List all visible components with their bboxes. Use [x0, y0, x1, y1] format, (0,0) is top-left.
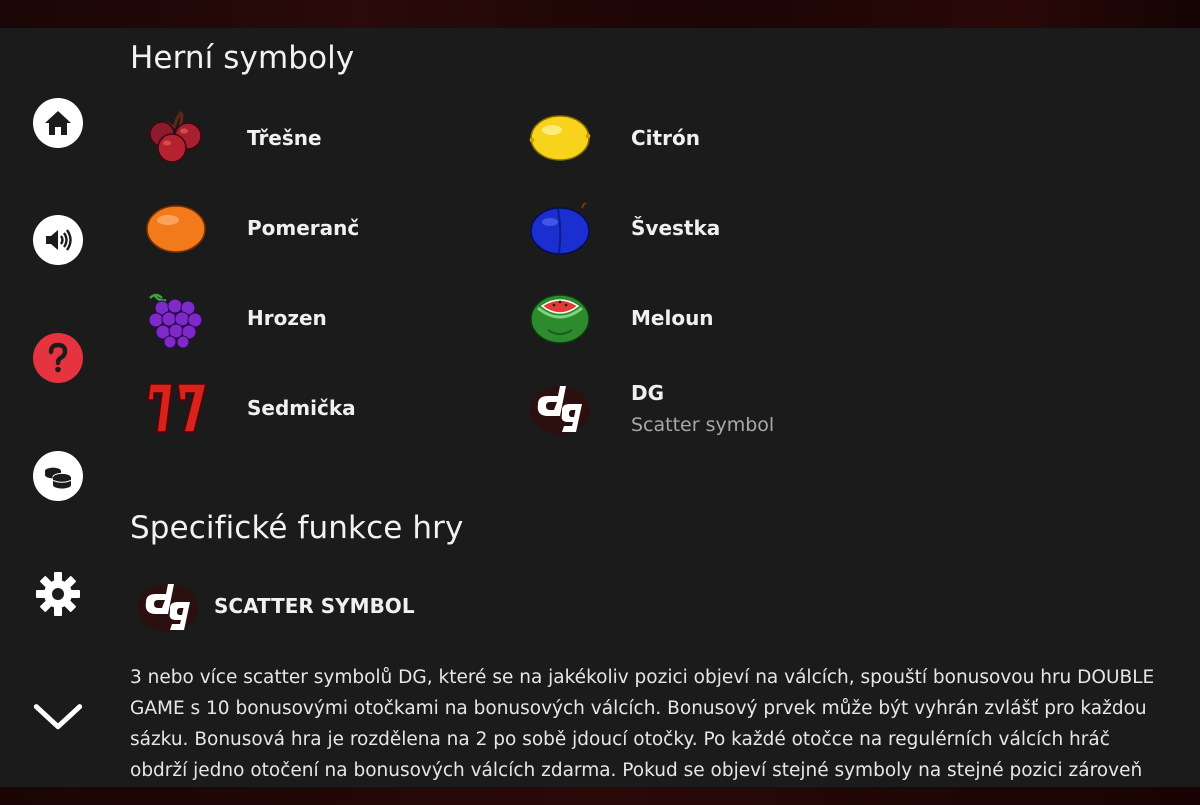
feature-title: SCATTER SYMBOL [214, 594, 415, 618]
chevron-down-icon [33, 704, 83, 730]
paytable-panel: Herní symboly Třešne Citrón Pomeranč Šve… [0, 28, 1200, 787]
bottom-bar [0, 787, 1200, 805]
scroll-down-button[interactable] [33, 690, 83, 740]
symbol-label: DG [631, 380, 665, 405]
sidebar [0, 28, 118, 787]
game-features-title: Specifické funkce hry [130, 510, 464, 546]
dg-scatter-icon [136, 574, 200, 638]
symbol-sublabel: Scatter symbol [631, 413, 775, 436]
symbol-label: Hrozen [247, 306, 327, 330]
dg-scatter-icon [528, 376, 592, 440]
bets-button[interactable] [33, 451, 83, 501]
symbol-item-grapes: Hrozen [144, 286, 327, 350]
symbol-label: Švestka [631, 216, 721, 240]
help-button[interactable] [33, 333, 83, 383]
game-symbols-title: Herní symboly [130, 40, 355, 76]
symbol-item-plum: Švestka [528, 196, 720, 260]
symbol-item-cherry: Třešne [144, 106, 322, 170]
symbol-item-dg: DG Scatter symbol [528, 376, 774, 440]
symbol-label: Meloun [631, 306, 714, 330]
help-icon [48, 342, 68, 373]
top-bar [0, 0, 1200, 28]
symbol-label: Sedmička [247, 396, 356, 420]
plum-icon [528, 196, 592, 260]
symbol-label: Citrón [631, 126, 700, 150]
settings-button[interactable] [33, 569, 83, 619]
orange-icon [144, 196, 208, 260]
coins-icon [45, 467, 72, 489]
home-button[interactable] [33, 98, 83, 148]
symbol-label: Pomeranč [247, 216, 360, 240]
symbol-item-seven: Sedmička [144, 376, 356, 440]
feature-description: 3 nebo více scatter symbolů DG, které se… [130, 667, 1155, 781]
feature-scatter-header: SCATTER SYMBOL [136, 574, 415, 638]
symbol-item-lemon: Citrón [528, 106, 700, 170]
lemon-icon [528, 106, 592, 170]
gear-icon [36, 572, 80, 616]
sound-button[interactable] [33, 215, 83, 265]
home-icon [45, 111, 71, 135]
cherry-icon [144, 106, 208, 170]
symbol-item-orange: Pomeranč [144, 196, 359, 260]
symbol-label: Třešne [247, 126, 322, 150]
grapes-icon [144, 286, 208, 350]
watermelon-icon [528, 286, 592, 350]
seven-icon [144, 376, 208, 440]
sound-icon [46, 229, 72, 251]
symbol-item-watermelon: Meloun [528, 286, 714, 350]
